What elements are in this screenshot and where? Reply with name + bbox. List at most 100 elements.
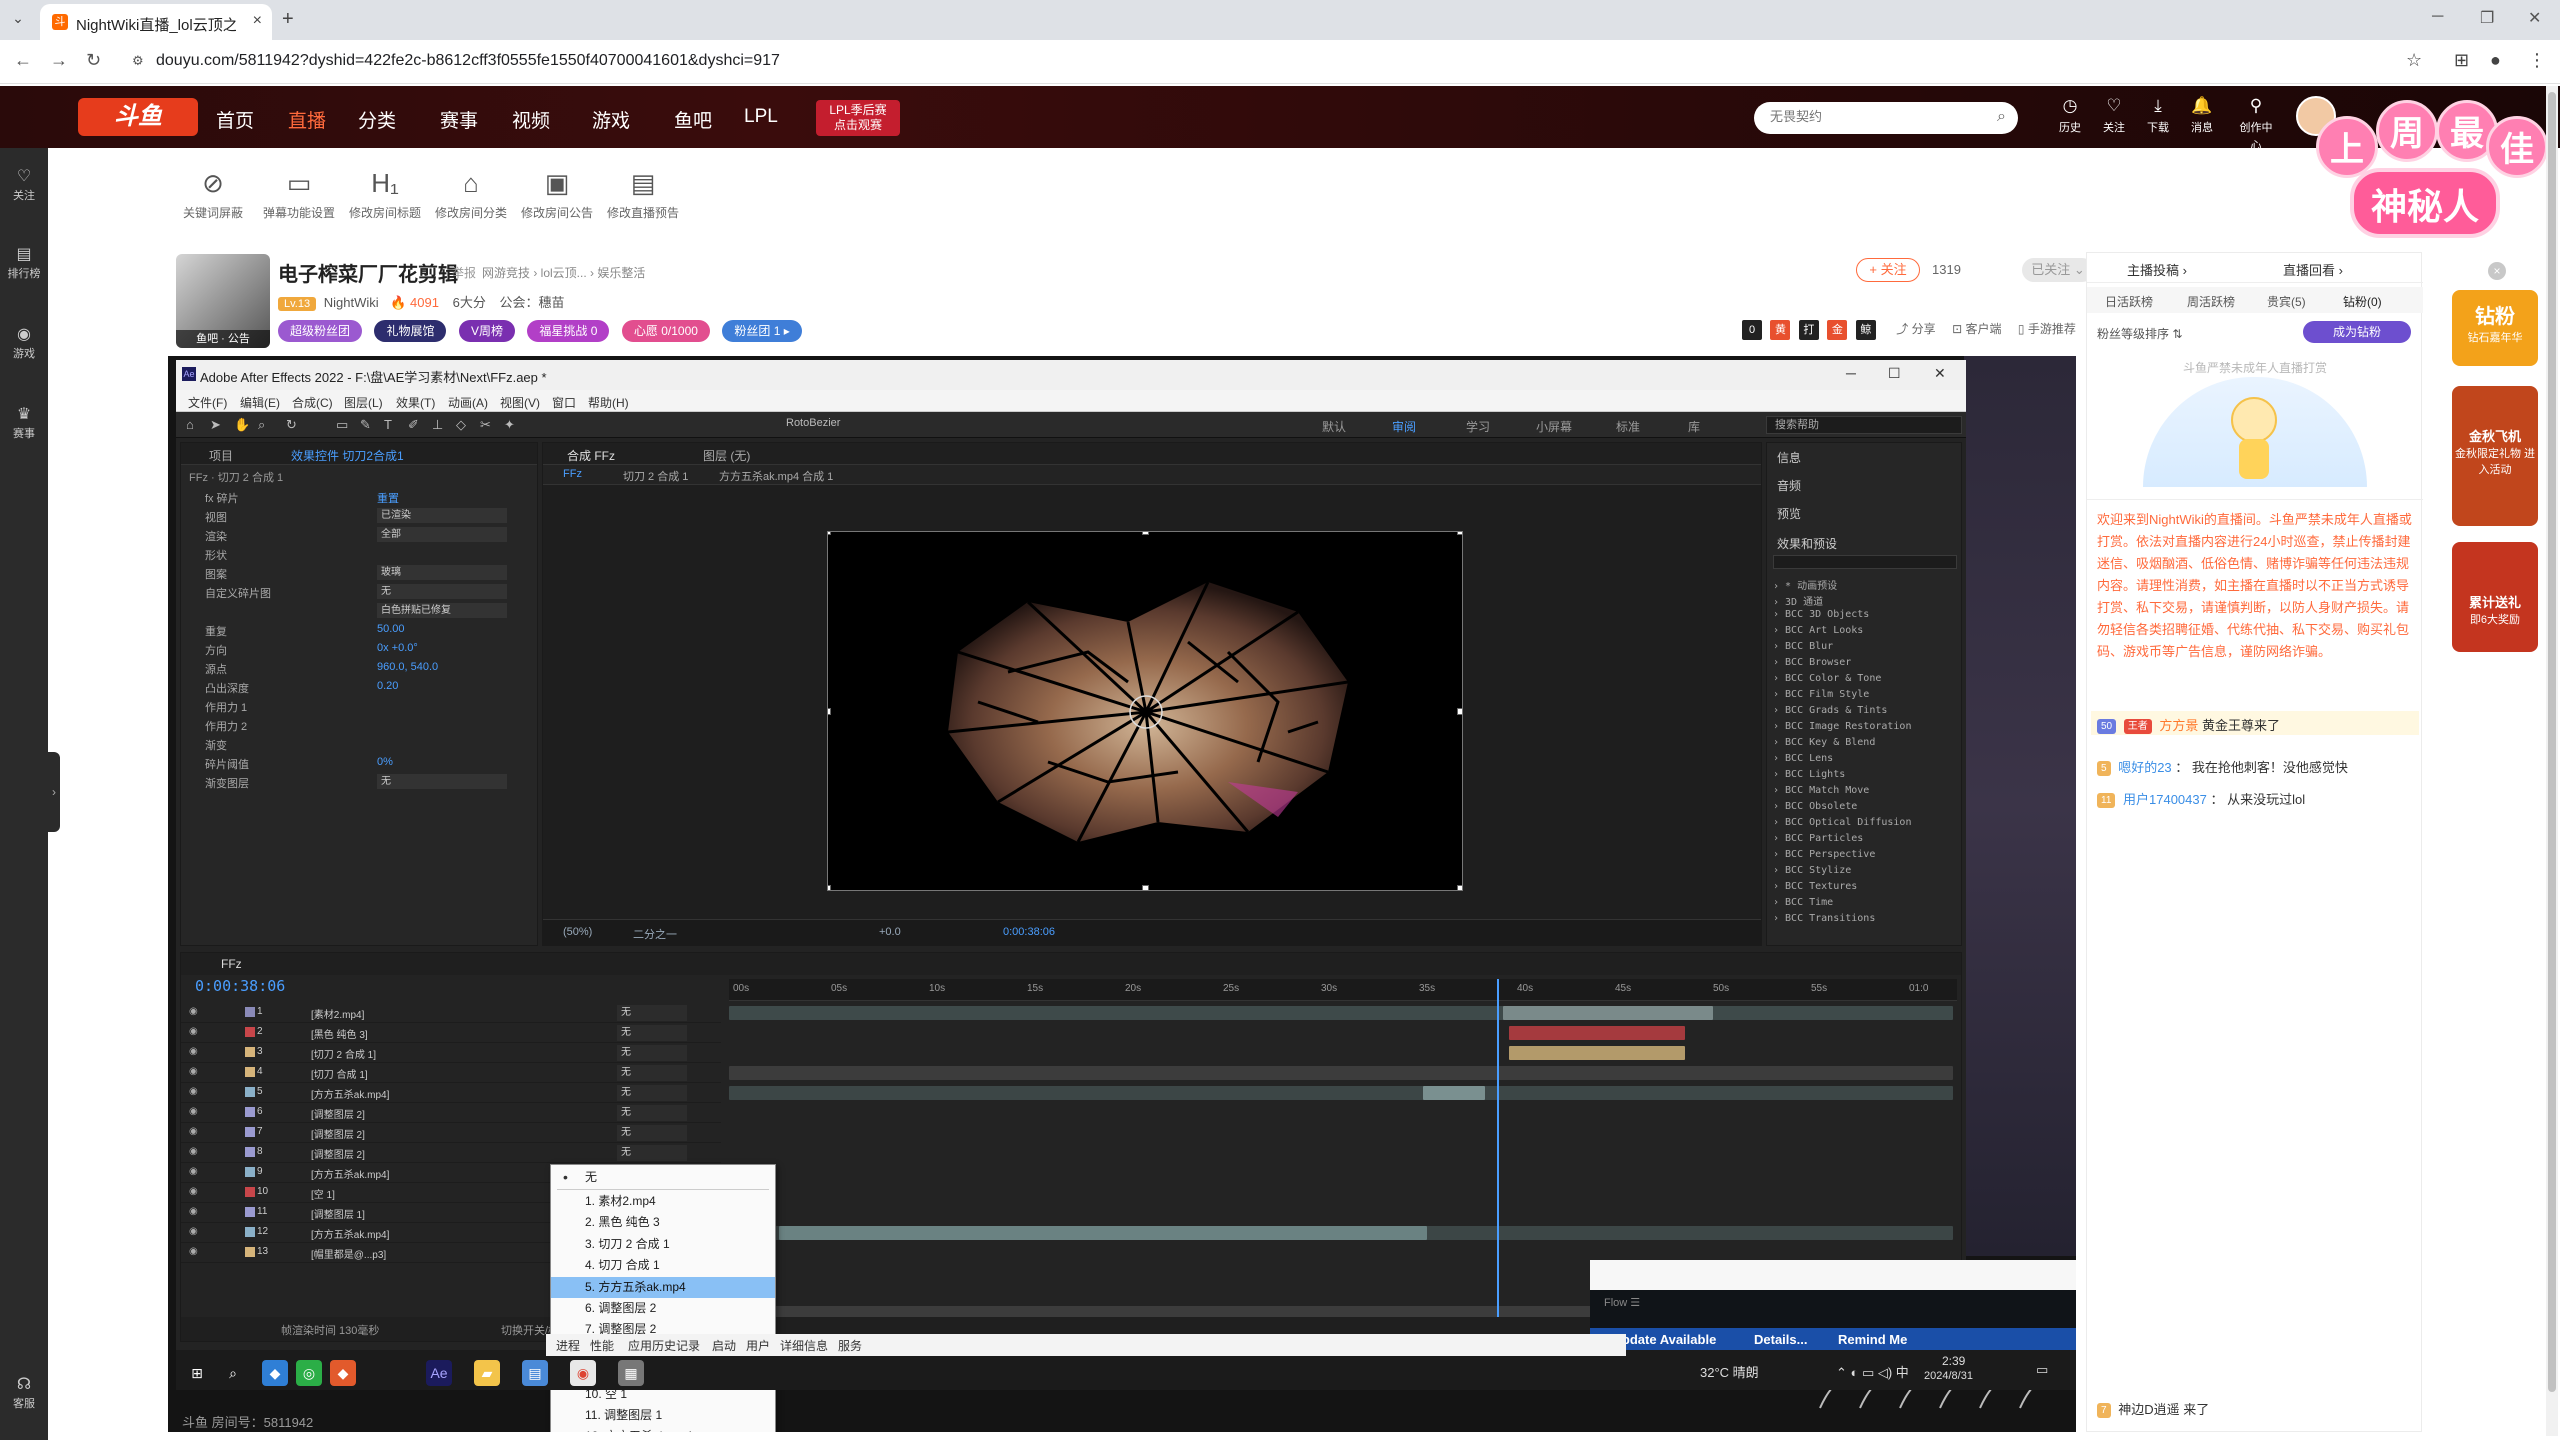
download-button[interactable]: ⤓ 下载 bbox=[2140, 96, 2176, 136]
ae-layer-number: 13 bbox=[257, 1246, 269, 1257]
badge-0[interactable]: 0 bbox=[1742, 320, 1762, 340]
close-window-icon[interactable]: ✕ bbox=[2528, 8, 2541, 28]
chat-username[interactable]: 方方景 bbox=[2159, 718, 2198, 733]
tab-search-icon[interactable]: ⌄ bbox=[8, 10, 28, 30]
sidebar-item-follow[interactable]: ♡ 关注 bbox=[0, 166, 48, 204]
chat-username[interactable]: 神边D逍遥 bbox=[2118, 1402, 2179, 1417]
followed-button[interactable]: 已关注 ⌄ bbox=[2022, 258, 2094, 282]
tag-fan-group[interactable]: 粉丝团 1 ▸ bbox=[722, 320, 802, 342]
search-icon[interactable]: ⌕ bbox=[1997, 108, 2006, 126]
share-button[interactable]: ⤴ 分享 bbox=[1896, 320, 1935, 337]
client-button[interactable]: ⊡ 客户端 bbox=[1952, 320, 2001, 337]
streamer-avatar[interactable]: 鱼吧 · 公告 bbox=[176, 254, 270, 348]
page-scroll-thumb[interactable] bbox=[2548, 92, 2556, 1392]
badge-da[interactable]: 打 bbox=[1798, 320, 1819, 340]
ae-effect-property: fx 碎片 重置 bbox=[181, 487, 539, 506]
forward-icon[interactable]: → bbox=[50, 50, 68, 71]
tag-lucky-challenge[interactable]: 福星挑战 0 bbox=[527, 320, 610, 342]
browser-tab[interactable]: 斗 NightWiki直播_lol云顶之弈直播... × bbox=[40, 4, 272, 40]
sidebar-item-ranking[interactable]: ▤ 排行榜 bbox=[0, 244, 48, 282]
sidebar-item-events[interactable]: ♛ 赛事 bbox=[0, 404, 48, 442]
edit-category-tool[interactable]: ⌂ 修改房间分类 bbox=[426, 168, 516, 222]
replay-link[interactable]: 直播回看 › bbox=[2283, 260, 2343, 279]
nav-category[interactable]: 分类 bbox=[358, 106, 396, 133]
messages-button[interactable]: 🔔 消息 bbox=[2184, 96, 2220, 136]
room-category-crumb[interactable]: 网游竞技 › lol云顶... › 娱乐整活 bbox=[482, 264, 645, 281]
edit-notice-tool[interactable]: ▣ 修改房间公告 bbox=[512, 168, 602, 222]
autumn-gift-card[interactable]: 金秋飞机 金秋限定礼物 进入活动 bbox=[2452, 386, 2538, 526]
close-tab-icon[interactable]: × bbox=[253, 12, 262, 30]
edit-preview-tool[interactable]: ▤ 修改直播预告 bbox=[598, 168, 688, 222]
sidebar-item-support[interactable]: ☊ 客服 bbox=[0, 1374, 48, 1412]
tab-vip[interactable]: 贵宾(5) bbox=[2267, 293, 2306, 310]
tab-daily-active[interactable]: 日活跃榜 bbox=[2105, 293, 2153, 310]
browser-menu-icon[interactable]: ⋮ bbox=[2528, 50, 2546, 71]
minimize-icon[interactable]: ─ bbox=[2432, 8, 2443, 26]
tab-diamond-fans[interactable]: 钻粉(0) bbox=[2343, 293, 2382, 310]
tag-v-weekly[interactable]: V周榜 bbox=[458, 320, 515, 342]
ae-ws-standard: 标准 bbox=[1616, 420, 1641, 434]
bookmark-star-icon[interactable]: ☆ bbox=[2406, 50, 2422, 71]
follow-header-button[interactable]: ♡ 关注 bbox=[2096, 96, 2132, 136]
maximize-icon[interactable]: ❐ bbox=[2480, 8, 2494, 28]
ae-menu-file: 文件(F) bbox=[188, 396, 228, 410]
nav-games[interactable]: 游戏 bbox=[592, 106, 630, 133]
report-link[interactable]: 举报 bbox=[452, 264, 476, 281]
mobile-game-button[interactable]: ▯ 手游推荐 bbox=[2018, 320, 2076, 337]
follow-button[interactable]: + 关注 bbox=[1856, 258, 1920, 282]
nav-events[interactable]: 赛事 bbox=[440, 106, 478, 133]
back-icon[interactable]: ← bbox=[14, 50, 32, 71]
badge-jin[interactable]: 金 bbox=[1827, 320, 1848, 340]
profile-icon[interactable]: ● bbox=[2490, 50, 2501, 71]
ae-ws-small: 小屏幕 bbox=[1536, 420, 1573, 434]
streamer-posts-link[interactable]: 主播投稿 › bbox=[2127, 260, 2187, 279]
become-diamond-fan-button[interactable]: 成为钻粉 bbox=[2303, 321, 2411, 343]
transform-handle bbox=[1457, 885, 1462, 890]
ae-dropdown-option-label: 4. 切刀 合成 1 bbox=[585, 1258, 660, 1273]
chat-username[interactable]: 用户17400437 bbox=[2123, 792, 2207, 807]
transform-handle bbox=[828, 708, 831, 715]
danmaku-settings-tool[interactable]: ▭ 弹幕功能设置 bbox=[254, 168, 344, 222]
streamer-name[interactable]: NightWiki bbox=[324, 295, 379, 310]
browser-tabstrip: ⌄ 斗 NightWiki直播_lol云顶之弈直播... × + ─ ❐ ✕ bbox=[0, 0, 2560, 40]
url-text[interactable]: douyu.com/5811942?dyshid=422fe2c-b8612cf… bbox=[156, 52, 780, 70]
video-player[interactable]: Ae Adobe After Effects 2022 - F:\盘\AE学习素… bbox=[168, 356, 2076, 1432]
nav-video[interactable]: 视频 bbox=[512, 106, 550, 133]
douyu-logo[interactable]: 斗鱼 bbox=[78, 98, 198, 136]
edit-title-tool[interactable]: H₁ 修改房间标题 bbox=[340, 168, 430, 222]
cumulative-gift-card[interactable]: 累计送礼 即6大奖励 bbox=[2452, 542, 2538, 652]
ae-menu-animation: 动画(A) bbox=[448, 396, 488, 410]
history-button[interactable]: ◷ 历史 bbox=[2052, 96, 2088, 136]
ae-tab-layer: 图层 (无) bbox=[703, 449, 751, 463]
sidebar-item-games[interactable]: ◉ 游戏 bbox=[0, 324, 48, 362]
search-input[interactable] bbox=[1770, 109, 1970, 124]
ae-effects-presets-panel: 信息 音频 预览 效果和预设 › * 动画预设 › 3D 通道 › BCC 3D O… bbox=[1766, 442, 1962, 946]
chat-username[interactable]: 嗯好的23 bbox=[2118, 760, 2171, 775]
tag-super-fans[interactable]: 超级粉丝团 bbox=[278, 320, 363, 342]
reload-icon[interactable]: ↻ bbox=[86, 50, 101, 71]
tag-wish[interactable]: 心愿 0/1000 bbox=[621, 320, 710, 342]
site-info-icon[interactable]: ⚙ bbox=[132, 53, 148, 69]
nav-yuba[interactable]: 鱼吧 bbox=[674, 106, 712, 133]
tag-gift-hall[interactable]: 礼物展馆 bbox=[374, 320, 447, 342]
new-tab-button[interactable]: + bbox=[282, 8, 294, 31]
autumn-card-title: 金秋飞机 bbox=[2468, 429, 2521, 444]
nav-home[interactable]: 首页 bbox=[216, 106, 254, 133]
ae-layer-number: 7 bbox=[257, 1126, 263, 1137]
keyword-block-tool[interactable]: ⊘ 关键词屏蔽 bbox=[168, 168, 258, 222]
nav-lpl[interactable]: LPL bbox=[744, 106, 778, 128]
lpl-promo-button[interactable]: LPL季后赛 点击观赛 bbox=[816, 100, 900, 136]
nav-live[interactable]: 直播 bbox=[288, 106, 326, 133]
close-icon[interactable]: × bbox=[2488, 262, 2506, 280]
badge-huang[interactable]: 黄 bbox=[1770, 320, 1791, 340]
diamond-carnival-card[interactable]: 钻粉 钻石嘉年华 bbox=[2452, 290, 2538, 366]
fan-sort-label[interactable]: 粉丝等级排序 ⇅ bbox=[2097, 325, 2182, 342]
tab-search-list-icon[interactable]: ⊞ bbox=[2454, 50, 2469, 71]
weekly-best-promo[interactable]: 上 周 最 佳 神秘人 bbox=[2296, 100, 2548, 260]
tab-weekly-active[interactable]: 周活跃榜 bbox=[2187, 293, 2235, 310]
badge-jing[interactable]: 鲸 bbox=[1855, 320, 1876, 340]
creator-center-button[interactable]: ⚲ 创作中心 bbox=[2238, 96, 2274, 154]
sidebar-expand-handle[interactable]: › bbox=[48, 752, 60, 832]
chat-text: 来了 bbox=[2183, 1402, 2210, 1417]
ae-menu-effect: 效果(T) bbox=[396, 396, 436, 410]
